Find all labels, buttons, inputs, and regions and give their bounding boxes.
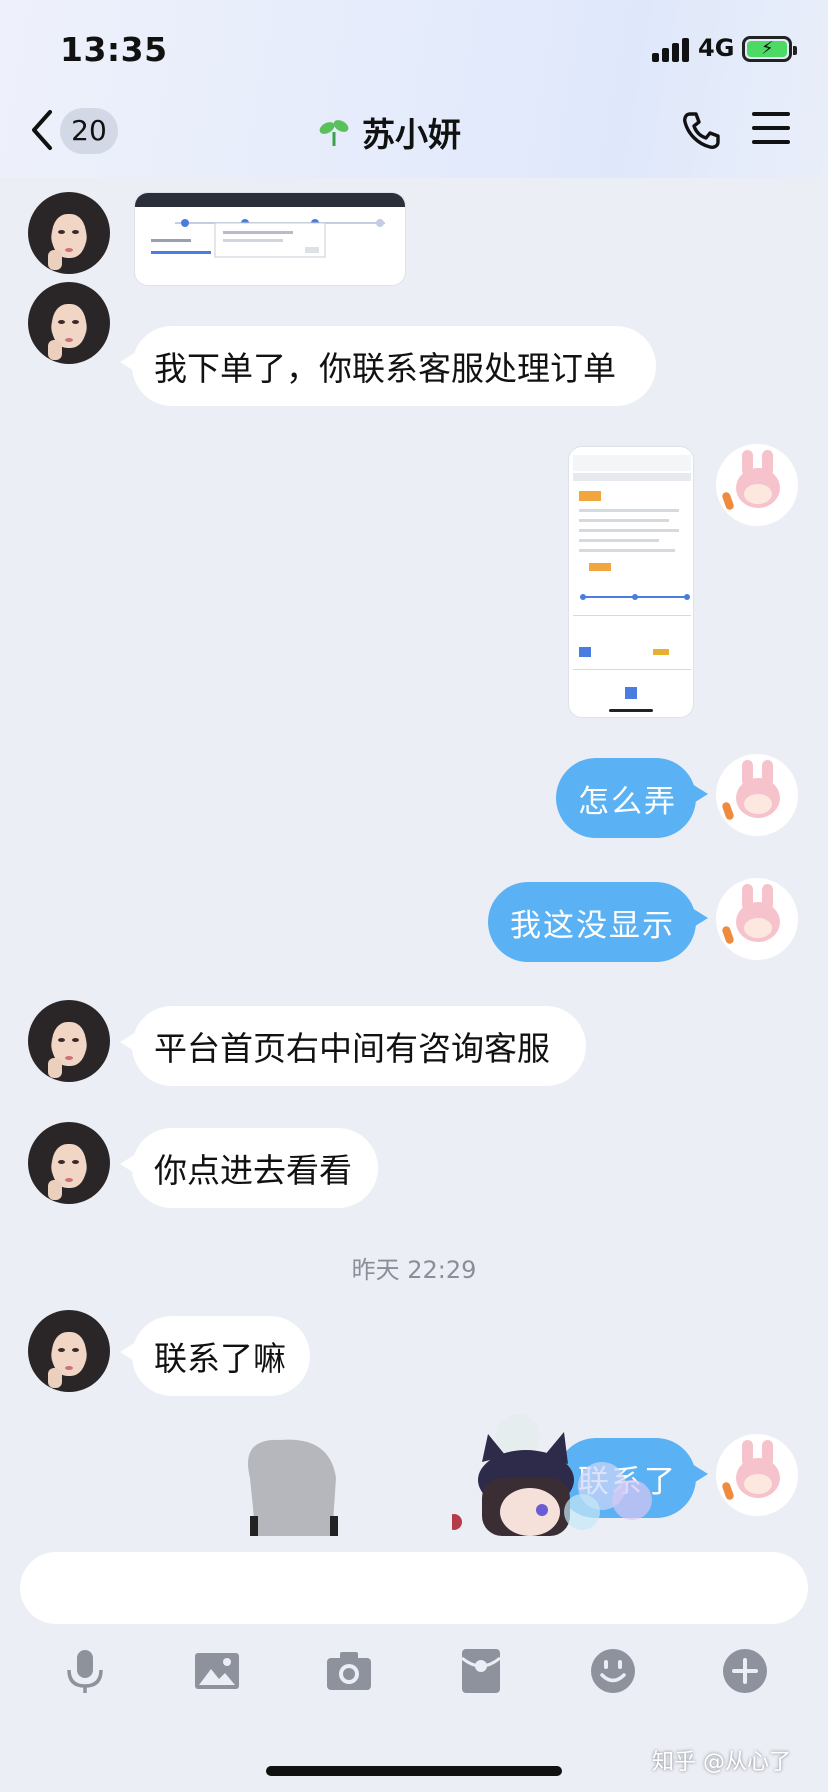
- emoji-icon[interactable]: [590, 1648, 636, 1694]
- screenshot-thumbnail: [135, 193, 405, 258]
- my-avatar[interactable]: [716, 1434, 798, 1516]
- contact-name: 苏小妍: [362, 115, 461, 154]
- chat-list[interactable]: 我下单了，你联系客服处理订单 怎么弄 我这没显示 平台首页右中间有咨询客服 你点…: [0, 178, 828, 1536]
- red-packet-icon[interactable]: [458, 1648, 504, 1694]
- contact-avatar[interactable]: [28, 1122, 110, 1204]
- message-text: 我下单了，你联系客服处理订单: [154, 349, 616, 388]
- chat-timestamp: 昨天 22:29: [351, 1256, 477, 1284]
- watermark: 知乎 @从心了: [652, 1750, 791, 1775]
- my-avatar[interactable]: [716, 878, 798, 960]
- contact-avatar[interactable]: [28, 282, 110, 364]
- contact-title[interactable]: 苏小妍: [318, 108, 461, 156]
- screenshot-thumbnail: [573, 455, 691, 712]
- screenshot-image-message[interactable]: [134, 192, 406, 286]
- message-text: 联系了嘛: [154, 1339, 286, 1378]
- home-indicator[interactable]: [266, 1766, 562, 1776]
- contact-avatar[interactable]: [28, 192, 110, 274]
- network-label: 4G: [698, 34, 735, 62]
- image-icon[interactable]: [194, 1648, 240, 1694]
- my-avatar[interactable]: [716, 754, 798, 836]
- message-bubble-outgoing[interactable]: 我这没显示: [488, 882, 708, 962]
- camera-icon[interactable]: [326, 1648, 372, 1694]
- message-bubble-incoming[interactable]: 我下单了，你联系客服处理订单: [120, 326, 656, 406]
- back-arrow-icon[interactable]: [28, 108, 58, 152]
- microphone-icon[interactable]: [62, 1648, 108, 1694]
- battery-icon: ⚡: [742, 36, 797, 62]
- my-avatar[interactable]: [716, 444, 798, 526]
- signal-icon: [652, 38, 692, 62]
- message-bubble-outgoing[interactable]: 怎么弄: [556, 758, 708, 838]
- anime-girl-sticker: [452, 1414, 652, 1536]
- grey-person-sticker: [248, 1439, 338, 1536]
- message-text: 怎么弄: [578, 783, 677, 820]
- message-bubble-incoming[interactable]: 联系了嘛: [120, 1316, 310, 1396]
- screenshot-image-message[interactable]: [568, 446, 694, 718]
- sprout-icon: [319, 120, 349, 146]
- message-bubble-incoming[interactable]: 你点进去看看: [120, 1128, 378, 1208]
- status-time: 13:35: [60, 30, 168, 69]
- phone-call-icon[interactable]: [680, 110, 722, 152]
- message-bubble-incoming[interactable]: 平台首页右中间有咨询客服: [120, 1006, 586, 1086]
- contact-avatar[interactable]: [28, 1000, 110, 1082]
- message-text: 你点进去看看: [154, 1151, 352, 1190]
- message-text: 我这没显示: [510, 907, 675, 944]
- menu-icon[interactable]: [752, 112, 790, 148]
- unread-count-badge[interactable]: 20: [60, 108, 118, 154]
- message-input[interactable]: [20, 1552, 808, 1624]
- message-text: 平台首页右中间有咨询客服: [154, 1029, 550, 1068]
- contact-avatar[interactable]: [28, 1310, 110, 1392]
- plus-icon[interactable]: [722, 1648, 768, 1694]
- header: 13:35 4G ⚡ 20 苏小妍: [0, 0, 828, 178]
